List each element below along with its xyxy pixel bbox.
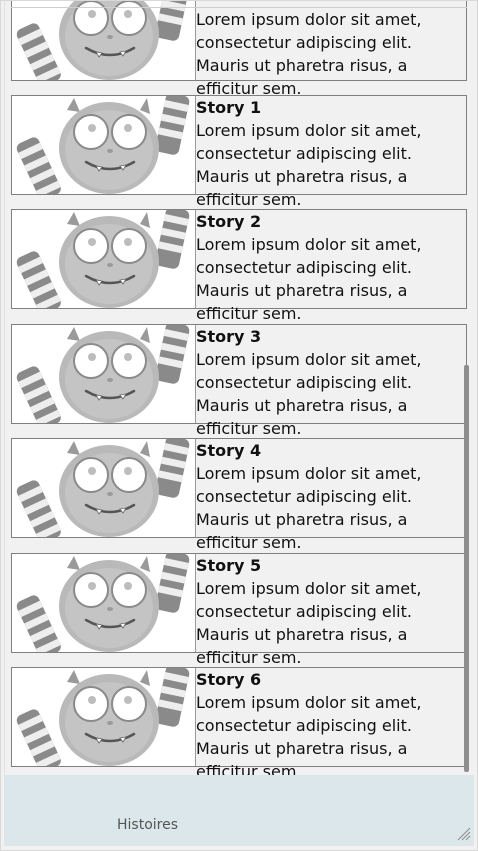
monster-icon: [12, 439, 196, 537]
story-text: Story 3 Lorem ipsum dolor sit amet, cons…: [196, 325, 466, 440]
monster-icon: [12, 0, 196, 80]
story-body: Lorem ipsum dolor sit amet, consectetur …: [196, 693, 422, 775]
story-item-2[interactable]: Story 2 Lorem ipsum dolor sit amet, cons…: [11, 209, 467, 323]
monster-icon: [12, 96, 196, 194]
story-body: Lorem ipsum dolor sit amet, consectetur …: [196, 235, 422, 323]
app-window: Lorem ipsum dolor sit amet, consectetur …: [0, 0, 478, 851]
story-body: Lorem ipsum dolor sit amet, consectetur …: [196, 350, 422, 438]
story-item-partial[interactable]: Lorem ipsum dolor sit amet, consectetur …: [11, 0, 467, 98]
story-body: Lorem ipsum dolor sit amet, consectetur …: [196, 579, 422, 667]
story-text: Story 1 Lorem ipsum dolor sit amet, cons…: [196, 96, 466, 211]
story-list[interactable]: Lorem ipsum dolor sit amet, consectetur …: [0, 0, 478, 775]
story-item-5[interactable]: Story 5 Lorem ipsum dolor sit amet, cons…: [11, 553, 467, 667]
list-top-divider: [11, 7, 467, 8]
story-text: Lorem ipsum dolor sit amet, consectetur …: [196, 8, 466, 100]
tab-histoires[interactable]: Histoires: [117, 817, 178, 833]
story-title: Story 2: [196, 212, 262, 231]
monster-icon: [12, 554, 196, 652]
story-text: Story 6 Lorem ipsum dolor sit amet, cons…: [196, 668, 466, 775]
story-item-1[interactable]: Story 1 Lorem ipsum dolor sit amet, cons…: [11, 95, 467, 209]
story-text: Story 2 Lorem ipsum dolor sit amet, cons…: [196, 210, 466, 325]
monster-icon: [12, 325, 196, 423]
story-title: Story 1: [196, 98, 262, 117]
story-item-3[interactable]: Story 3 Lorem ipsum dolor sit amet, cons…: [11, 324, 467, 438]
story-body: Lorem ipsum dolor sit amet, consectetur …: [196, 10, 422, 98]
monster-icon: [12, 210, 196, 308]
monster-icon: [12, 668, 196, 766]
story-title: Story 4: [196, 441, 262, 460]
story-title: Story 5: [196, 556, 262, 575]
bottom-tab-bar: [4, 775, 474, 846]
resize-grip-icon[interactable]: [455, 825, 471, 841]
story-text: Story 5 Lorem ipsum dolor sit amet, cons…: [196, 554, 466, 669]
story-item-4[interactable]: Story 4 Lorem ipsum dolor sit amet, cons…: [11, 438, 467, 552]
story-body: Lorem ipsum dolor sit amet, consectetur …: [196, 464, 422, 552]
vertical-scrollbar[interactable]: [464, 365, 469, 772]
story-item-6[interactable]: Story 6 Lorem ipsum dolor sit amet, cons…: [11, 667, 467, 775]
story-body: Lorem ipsum dolor sit amet, consectetur …: [196, 121, 422, 209]
story-title: Story 3: [196, 327, 262, 346]
story-text: Story 4 Lorem ipsum dolor sit amet, cons…: [196, 439, 466, 554]
story-title: Story 6: [196, 670, 262, 689]
